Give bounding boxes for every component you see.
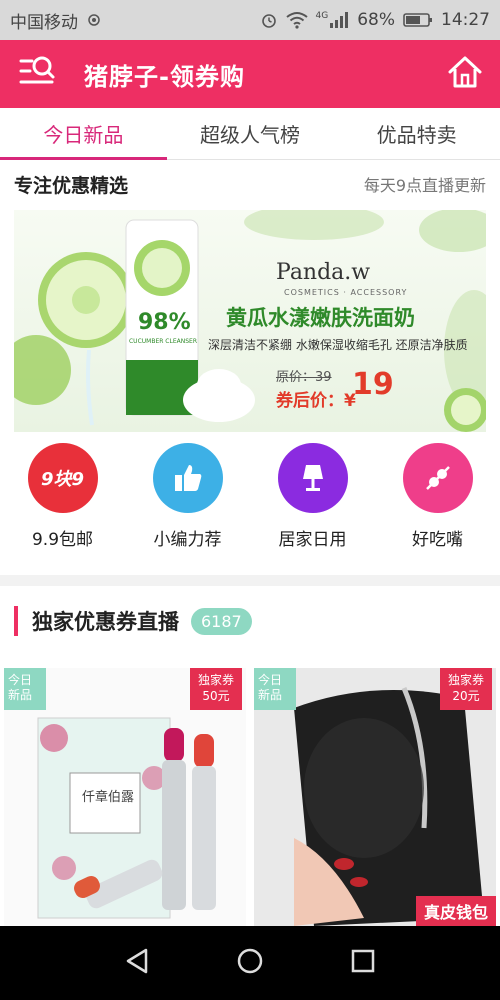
picks-subtitle: 每天9点直播更新: [363, 176, 486, 195]
coupon-badge: 独家券 50元: [190, 668, 242, 710]
new-today-badge: 今日新品: [254, 668, 296, 710]
wifi-icon: [285, 11, 308, 29]
coupon-count-badge: 6187: [191, 607, 252, 635]
coupon-value: 20元: [452, 689, 480, 703]
box-label: 仟章伯露: [82, 790, 135, 805]
hotspot-icon: [86, 12, 102, 28]
category-editor-picks[interactable]: 小编力荐: [125, 435, 250, 565]
coupon-header: 独家优惠券直播 6187: [0, 586, 500, 656]
picks-title: 专注优惠精选: [14, 174, 129, 197]
battery-icon: [403, 12, 433, 28]
product-grid: 仟章伯露 今日新品 独家券 50元 今日新品 独家券 20元 真皮钱包: [0, 668, 500, 926]
carrier-label: 中国移动: [10, 12, 78, 33]
category-home[interactable]: 居家日用: [250, 435, 375, 565]
coupon-title: 独家优惠券直播: [32, 610, 179, 634]
banner-description: 深层清洁不紧绷 水嫩保湿收缩毛孔 还原洁净肤质: [208, 338, 468, 352]
app-title: 猪脖子-领券购: [84, 62, 245, 91]
coupon-type: 独家券: [447, 673, 484, 687]
thumbs-up-icon: [152, 443, 223, 513]
coupon-value: 50元: [202, 689, 230, 703]
category-nine-nine[interactable]: 9块9 9.9包邮: [0, 435, 125, 565]
circle-home-icon: [236, 947, 264, 979]
banner-headline: 黄瓜水漾嫩肤洗面奶: [226, 306, 415, 330]
square-recents-icon: [350, 948, 376, 978]
battery-percent: 68%: [357, 10, 395, 30]
category-label: 小编力荐: [153, 530, 222, 550]
menu-search-icon: [18, 55, 58, 93]
system-nav-bar: [0, 926, 500, 1000]
status-left: 中国移动: [10, 8, 102, 33]
picks-section: 专注优惠精选 每天9点直播更新 98% CUCUMBER CLEANSER Pa…: [0, 160, 500, 575]
category-label: 9.9包邮: [31, 530, 94, 550]
category-snacks[interactable]: 好吃嘴: [375, 435, 500, 565]
recents-button[interactable]: [343, 943, 383, 983]
banner-price-label: 券后价：¥: [276, 391, 356, 411]
back-button[interactable]: [117, 943, 157, 983]
home-icon: [447, 55, 483, 93]
menu-search-button[interactable]: [0, 40, 76, 108]
section-accent-bar: [14, 606, 18, 636]
picks-header: 专注优惠精选 每天9点直播更新: [0, 160, 500, 208]
banner-original-price: 原价：39: [276, 370, 332, 385]
clock: 14:27: [441, 10, 490, 30]
app-bar: 猪脖子-领券购: [0, 40, 500, 108]
product-tag: 真皮钱包: [415, 896, 496, 926]
nine-nine-icon: 9块9: [27, 443, 98, 513]
skewer-icon: [402, 443, 473, 513]
product-card[interactable]: 今日新品 独家券 20元 真皮钱包: [254, 668, 496, 926]
category-label: 居家日用: [278, 530, 347, 550]
tab-bar: 今日新品 超级人气榜 优品特卖: [0, 108, 500, 160]
tube-label: CUCUMBER CLEANSER: [128, 338, 197, 345]
banner-brand-sub: COSMETICS · ACCESSORY: [284, 288, 408, 297]
status-bar: 中国移动 4G 68% 14:27: [0, 0, 500, 40]
coupon-badge: 独家券 20元: [440, 668, 492, 710]
tab-popular[interactable]: 超级人气榜: [167, 108, 334, 159]
tab-special-sale[interactable]: 优品特卖: [333, 108, 500, 159]
coupon-section: 独家优惠券直播 6187 仟章伯露 今日新品 独家券 50元 今日新品 独家券 …: [0, 586, 500, 926]
category-row: 9块9 9.9包邮 小编力荐 居家日用 好吃嘴: [0, 435, 500, 565]
alarm-icon: [260, 11, 278, 29]
nine-nine-icon-text: 9块9: [40, 469, 85, 490]
category-label: 好吃嘴: [412, 530, 463, 550]
banner-price: 19: [352, 367, 394, 402]
status-right: 4G 68% 14:27: [260, 10, 490, 30]
product-card[interactable]: 仟章伯露 今日新品 独家券 50元: [4, 668, 246, 926]
new-today-badge: 今日新品: [4, 668, 46, 710]
promo-banner[interactable]: 98% CUCUMBER CLEANSER Panda.w COSMETICS …: [14, 210, 486, 432]
back-icon: [124, 947, 150, 979]
network-type: 4G: [315, 11, 329, 21]
lamp-icon: [277, 443, 348, 513]
banner-brand: Panda.w: [276, 260, 371, 285]
home-nav-button[interactable]: [230, 943, 270, 983]
tube-percent: 98%: [138, 310, 191, 335]
tab-new-today[interactable]: 今日新品: [0, 108, 167, 160]
home-button[interactable]: [430, 40, 500, 108]
screen: 中国移动 4G 68% 14:27 猪脖子-领券购 今日新品 超级人气榜 优品特…: [0, 0, 500, 1000]
coupon-type: 独家券: [197, 673, 234, 687]
signal-icon: 4G: [316, 11, 350, 29]
